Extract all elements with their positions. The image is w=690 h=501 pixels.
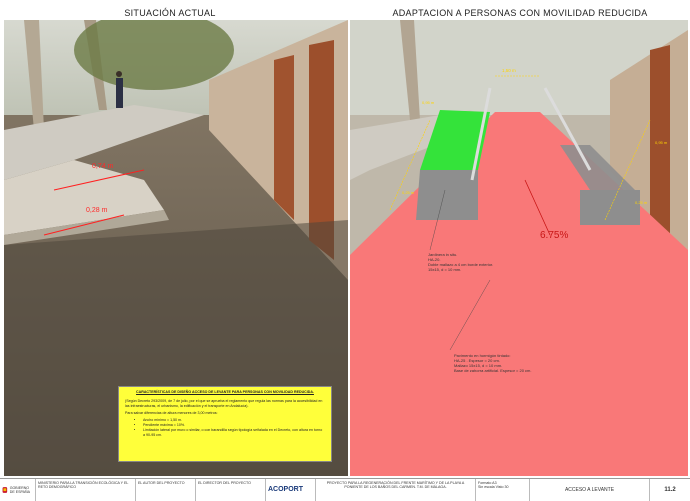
right-curb-height: 0,25 m bbox=[635, 200, 648, 205]
ramp-proposal-illustration bbox=[350, 20, 688, 476]
step-height-label-1: 0,74 m bbox=[92, 163, 114, 170]
right-rail-height: 0,95 m bbox=[655, 140, 668, 145]
author-label: EL AUTOR DEL PROYECTO bbox=[136, 479, 196, 501]
format-scale: Formato A3 Sin escala Visto 30 bbox=[476, 479, 530, 501]
design-box-intro: (Según Decreto 293/2009, de 7 de julio, … bbox=[125, 398, 323, 408]
ramp-width-label: 1,50 m bbox=[502, 68, 516, 73]
title-block: GOBIERNO DE ESPAÑA MINISTERIO PARA LA TR… bbox=[0, 478, 690, 501]
drawing-sheet: SITUACIÓN ACTUAL 0,74 m 0,28 m ADAPTACIO… bbox=[0, 0, 690, 501]
government-name: GOBIERNO DE ESPAÑA bbox=[9, 485, 31, 494]
design-box-lead: Para salvar diferencias de altura menore… bbox=[125, 411, 218, 416]
design-requirements-box: CARACTERÍSTICAS DE DISEÑO ACCESO DE LEVA… bbox=[118, 386, 332, 462]
ministry-name: MINISTERIO PARA LA TRANSICIÓN ECOLÓGICA … bbox=[36, 479, 136, 501]
requirement-item: Limitación lateral por muro o similar, o… bbox=[143, 428, 325, 438]
project-title: PROYECTO PARA LA REGENERACIÓN DEL FRENTE… bbox=[316, 479, 476, 501]
step-height-label-2: 0,28 m bbox=[86, 207, 108, 214]
planter-callout-line: 15x15, d = 10 mm. bbox=[428, 267, 462, 272]
design-box-heading: CARACTERÍSTICAS DE DISEÑO ACCESO DE LEVA… bbox=[136, 390, 314, 394]
planter-callout: Jardinera in situ. HA-20. Doble mallazo … bbox=[428, 252, 538, 272]
left-rail-height: 0,95 m bbox=[422, 100, 435, 105]
sheet-scale: Sin escala Visto 30 bbox=[478, 485, 509, 490]
design-requirements-list: Ancho mínimo = 1,50 m. Pendiente máxima … bbox=[143, 418, 325, 437]
left-curb-height: 0,25 m bbox=[402, 190, 415, 195]
pavement-callout-line: Base de zahorra artificial. Espesor = 20… bbox=[454, 368, 532, 373]
sheet-number: 11.2 bbox=[664, 486, 676, 493]
company-logo: ACOPORT bbox=[266, 479, 316, 501]
pavement-callout: Pavimento en hormigón tintado: HA-25 . E… bbox=[454, 353, 584, 373]
director-label: EL DIRECTOR DEL PROYECTO bbox=[196, 479, 266, 501]
coat-of-arms-icon bbox=[2, 487, 8, 493]
accessible-ramp-render: 1,50 m 6.75% 0,95 m 0,25 m 0,95 m 0,25 m… bbox=[350, 20, 688, 476]
government-logo: GOBIERNO DE ESPAÑA bbox=[0, 479, 36, 501]
slope-label: 6.75% bbox=[540, 230, 569, 241]
plan-title: ACCESO A LEVANTE bbox=[530, 479, 650, 501]
